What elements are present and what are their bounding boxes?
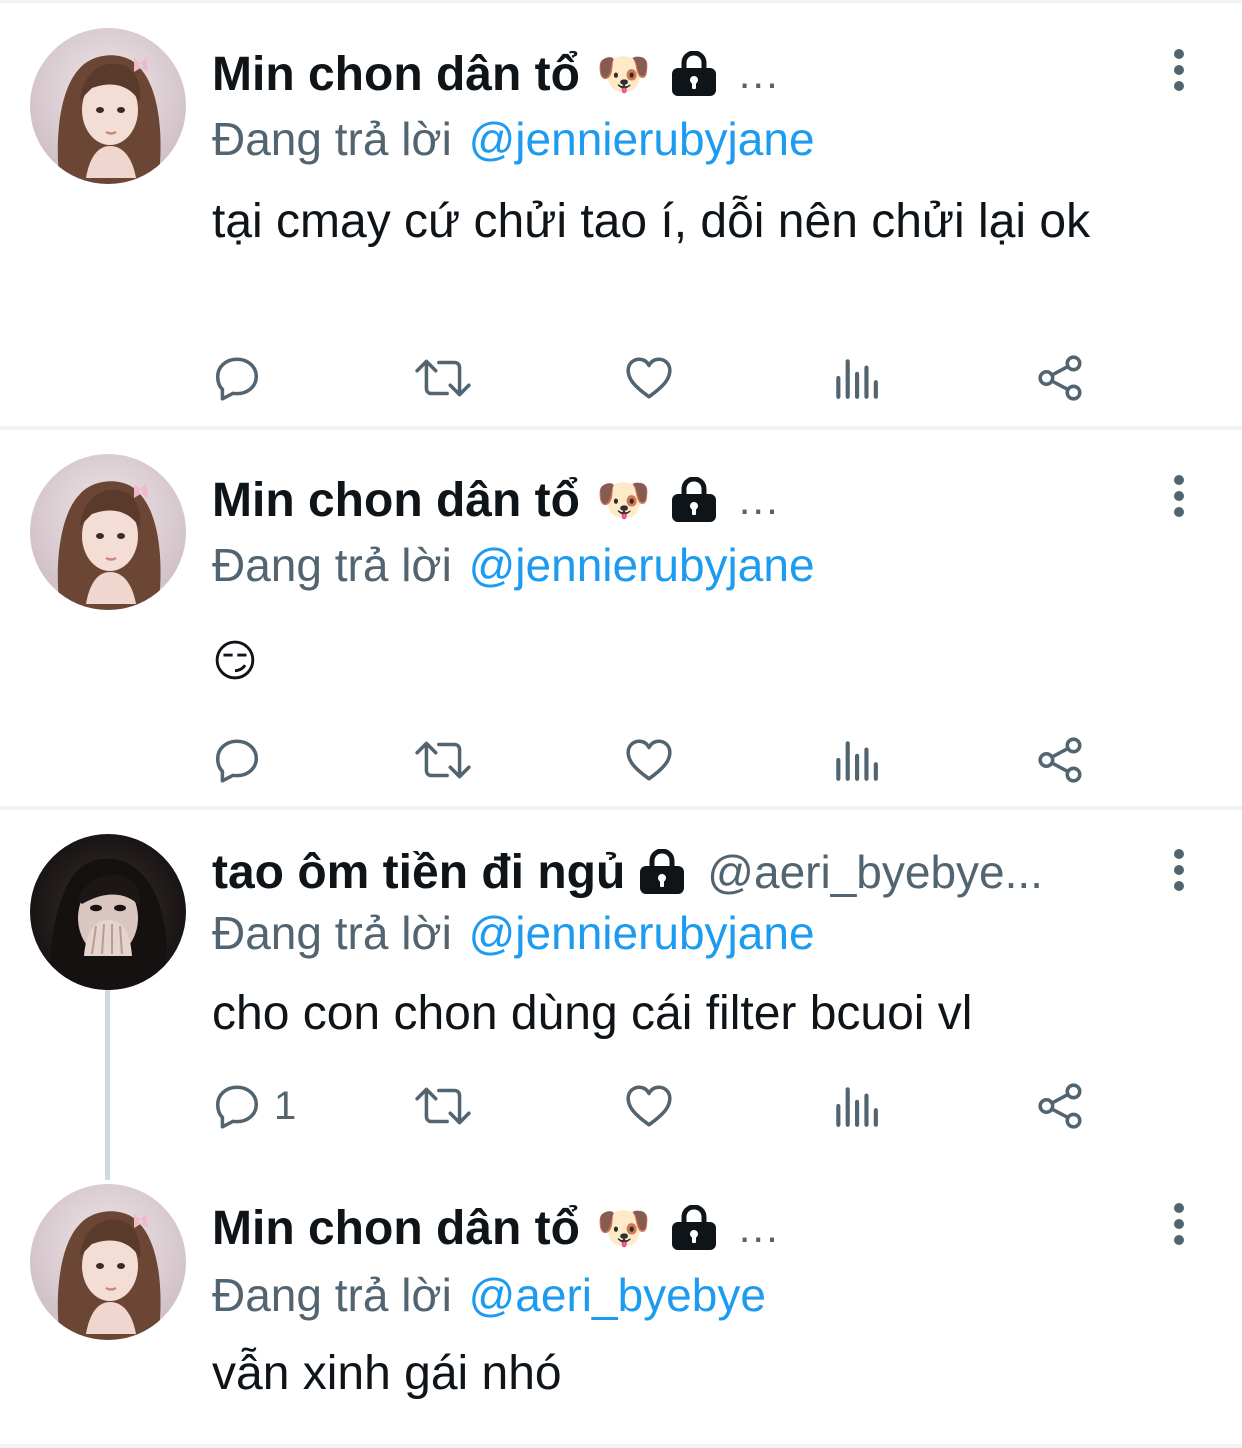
avatar[interactable] xyxy=(30,454,186,610)
more-icon[interactable] xyxy=(1166,474,1192,518)
like-button[interactable] xyxy=(624,348,674,408)
tweet-text: tại cmay cứ chửi tao í, dỗi nên chửi lại… xyxy=(212,195,1091,248)
truncation-ellipsis: ... xyxy=(738,1204,780,1251)
lock-icon xyxy=(669,1205,719,1251)
avatar[interactable] xyxy=(30,28,186,184)
like-button[interactable] xyxy=(624,730,674,790)
share-icon xyxy=(1036,1081,1086,1131)
author-name[interactable]: tao ôm tiền đi ngủ xyxy=(212,845,625,900)
reply-count: 1 xyxy=(274,1083,297,1128)
reply-prefix: Đang trả lời xyxy=(212,539,452,591)
retweet-icon xyxy=(414,1081,472,1131)
dog-emoji: 🐶 xyxy=(595,49,651,100)
reply-to-link[interactable]: @jennierubyjane xyxy=(469,907,815,959)
share-button[interactable] xyxy=(1036,1076,1086,1136)
tweet-text: 😏 xyxy=(212,636,258,687)
like-icon xyxy=(624,735,674,785)
views-icon xyxy=(830,353,880,403)
action-bar xyxy=(212,730,1112,790)
dog-emoji: 🐶 xyxy=(595,1203,651,1254)
avatar[interactable] xyxy=(30,1184,186,1340)
reply-context: Đang trả lời @jennierubyjane xyxy=(212,906,815,960)
views-icon xyxy=(830,1081,880,1131)
share-icon xyxy=(1036,735,1086,785)
truncation-ellipsis: ... xyxy=(738,476,780,523)
lock-icon xyxy=(669,51,719,97)
author-handle[interactable]: @aeri_byebye... xyxy=(707,845,1043,899)
reply-prefix: Đang trả lời xyxy=(212,1269,452,1321)
reply-prefix: Đang trả lời xyxy=(212,907,452,959)
more-icon[interactable] xyxy=(1166,848,1192,892)
retweet-icon xyxy=(414,353,472,403)
reply-button[interactable]: 1 xyxy=(212,1076,296,1136)
reply-context: Đang trả lời @aeri_byebye xyxy=(212,1268,766,1322)
retweet-button[interactable] xyxy=(414,348,472,408)
reply-context: Đang trả lời @jennierubyjane xyxy=(212,538,815,592)
views-button[interactable] xyxy=(830,730,880,790)
views-button[interactable] xyxy=(830,1076,880,1136)
tweet-text: cho con chon dùng cái filter bcuoi vl xyxy=(212,987,973,1040)
reply-button[interactable] xyxy=(212,348,262,408)
views-icon xyxy=(830,735,880,785)
action-bar: 1 xyxy=(212,1076,1112,1136)
author-name[interactable]: Min chon dân tổ xyxy=(212,473,580,528)
lock-icon xyxy=(669,477,719,523)
lock-icon xyxy=(637,849,687,895)
reply-to-link[interactable]: @jennierubyjane xyxy=(469,539,815,591)
more-icon[interactable] xyxy=(1166,48,1192,92)
tweet[interactable]: Min chon dân tổ 🐶 ... Đang trả lời @aeri… xyxy=(0,1180,1242,1448)
share-button[interactable] xyxy=(1036,348,1086,408)
author-name[interactable]: Min chon dân tổ xyxy=(212,1201,580,1256)
share-button[interactable] xyxy=(1036,730,1086,790)
like-icon xyxy=(624,353,674,403)
tweet-text: vẫn xinh gái nhó xyxy=(212,1347,562,1400)
author-name[interactable]: Min chon dân tổ xyxy=(212,47,580,102)
like-button[interactable] xyxy=(624,1076,674,1136)
reply-icon xyxy=(212,353,262,403)
tweet[interactable]: tao ôm tiền đi ngủ @aeri_byebye... Đang … xyxy=(0,810,1242,1180)
divider xyxy=(0,1444,1242,1448)
like-icon xyxy=(624,1081,674,1131)
more-icon[interactable] xyxy=(1166,1202,1192,1246)
avatar[interactable] xyxy=(30,834,186,990)
reply-to-link[interactable]: @jennierubyjane xyxy=(469,113,815,165)
reply-icon xyxy=(212,735,262,785)
reply-context: Đang trả lời @jennierubyjane xyxy=(212,112,815,166)
truncation-ellipsis: ... xyxy=(738,50,780,97)
views-button[interactable] xyxy=(830,348,880,408)
reply-button[interactable] xyxy=(212,730,262,790)
dog-emoji: 🐶 xyxy=(595,475,651,526)
tweet[interactable]: Min chon dân tổ 🐶 ... Đang trả lời @jenn… xyxy=(0,0,1242,428)
reply-prefix: Đang trả lời xyxy=(212,113,452,165)
share-icon xyxy=(1036,353,1086,403)
retweet-button[interactable] xyxy=(414,730,472,790)
retweet-icon xyxy=(414,735,472,785)
retweet-button[interactable] xyxy=(414,1076,472,1136)
reply-to-link[interactable]: @aeri_byebye xyxy=(469,1269,766,1321)
reply-icon xyxy=(212,1081,262,1131)
tweet[interactable]: Min chon dân tổ 🐶 ... Đang trả lời @jenn… xyxy=(0,430,1242,808)
action-bar xyxy=(212,348,1112,408)
